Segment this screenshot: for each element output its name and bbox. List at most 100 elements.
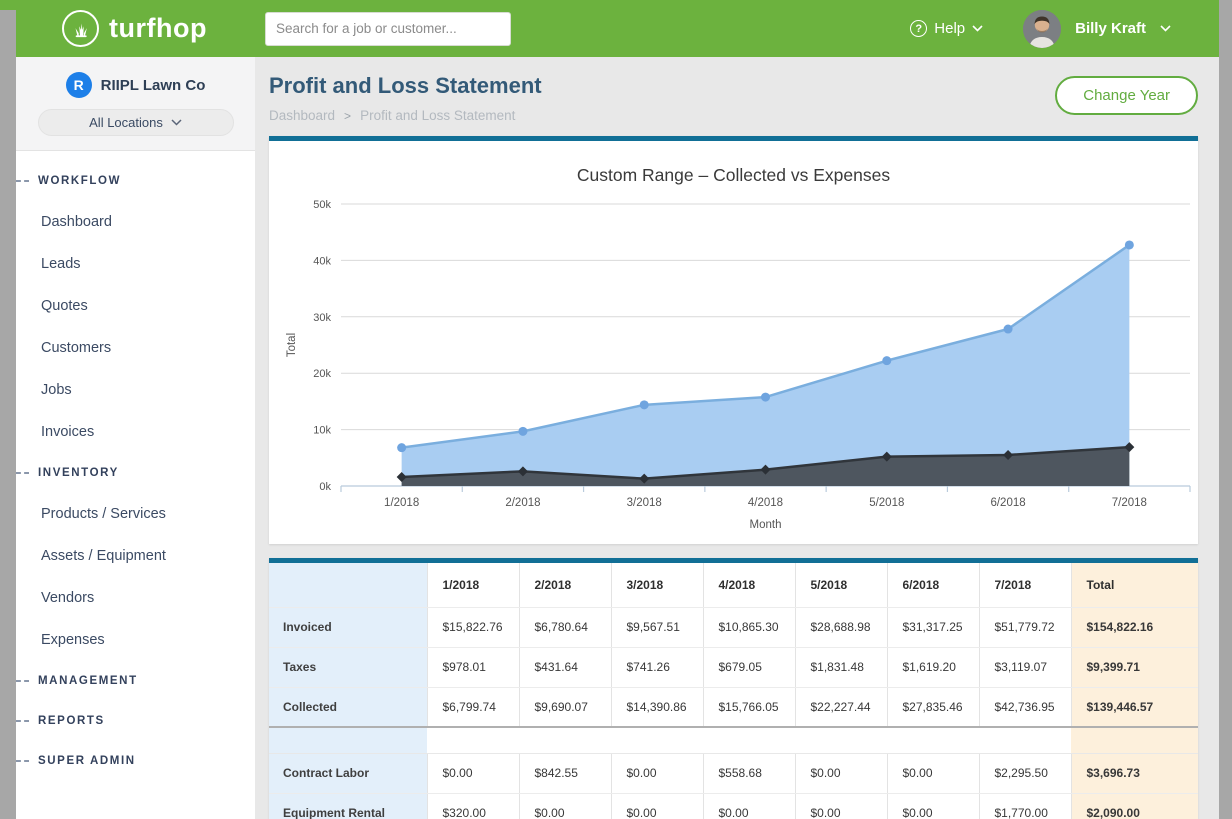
app-logo[interactable]: turfhop xyxy=(62,10,207,47)
table-cell: $0.00 xyxy=(703,793,795,819)
svg-text:7/2018: 7/2018 xyxy=(1112,497,1147,509)
grass-logo-icon xyxy=(62,10,99,47)
svg-text:Month: Month xyxy=(750,519,782,531)
row-label: Invoiced xyxy=(269,607,427,647)
table-cell: $1,770.00 xyxy=(979,793,1071,819)
app-window: turfhop ? Help Billy Kraft xyxy=(0,0,1232,819)
help-menu[interactable]: ? Help xyxy=(910,20,983,37)
sidebar-item-expenses[interactable]: Expenses xyxy=(16,619,255,661)
table-cell: $320.00 xyxy=(427,793,519,819)
svg-text:Total: Total xyxy=(286,333,298,357)
table-cell: $0.00 xyxy=(887,753,979,793)
svg-text:6/2018: 6/2018 xyxy=(990,497,1025,509)
table-cell: $842.55 xyxy=(519,753,611,793)
sidebar-section-inventory[interactable]: INVENTORY xyxy=(16,453,255,493)
section-dash-icon xyxy=(16,180,29,182)
row-label: Equipment Rental xyxy=(269,793,427,819)
row-label: Collected xyxy=(269,687,427,727)
chevron-down-icon xyxy=(972,25,983,32)
table-column-header: 7/2018 xyxy=(979,563,1071,607)
table-cell: $27,835.46 xyxy=(887,687,979,727)
section-dash-icon xyxy=(16,472,29,474)
row-label: Contract Labor xyxy=(269,753,427,793)
svg-text:2/2018: 2/2018 xyxy=(505,497,540,509)
sidebar-nav: WORKFLOWDashboardLeadsQuotesCustomersJob… xyxy=(16,151,255,781)
table-cell: $14,390.86 xyxy=(611,687,703,727)
sidebar-item-invoices[interactable]: Invoices xyxy=(16,411,255,453)
sidebar-section-reports[interactable]: REPORTS xyxy=(16,701,255,741)
user-name[interactable]: Billy Kraft xyxy=(1075,20,1146,37)
table-cell: $42,736.95 xyxy=(979,687,1071,727)
svg-text:40k: 40k xyxy=(313,255,331,267)
chart-card: Custom Range – Collected vs Expenses 0k1… xyxy=(269,136,1198,544)
table-cell: $1,831.48 xyxy=(795,647,887,687)
breadcrumb-current: Profit and Loss Statement xyxy=(360,108,515,123)
table-cell: $0.00 xyxy=(795,793,887,819)
pl-table: 1/20182/20183/20184/20185/20186/20187/20… xyxy=(269,563,1198,819)
table-column-header: 5/2018 xyxy=(795,563,887,607)
table-column-header: 6/2018 xyxy=(887,563,979,607)
sidebar-item-quotes[interactable]: Quotes xyxy=(16,285,255,327)
svg-text:4/2018: 4/2018 xyxy=(748,497,783,509)
table-spacer-row xyxy=(269,727,1198,753)
sidebar-item-products-services[interactable]: Products / Services xyxy=(16,493,255,535)
sidebar-item-assets-equipment[interactable]: Assets / Equipment xyxy=(16,535,255,577)
sidebar-item-customers[interactable]: Customers xyxy=(16,327,255,369)
top-header: turfhop ? Help Billy Kraft xyxy=(0,0,1219,57)
table-cell: $51,779.72 xyxy=(979,607,1071,647)
svg-text:1/2018: 1/2018 xyxy=(384,497,419,509)
table-column-header: 2/2018 xyxy=(519,563,611,607)
location-selector-label: All Locations xyxy=(89,115,163,130)
table-cell: $0.00 xyxy=(427,753,519,793)
table-column-header: 1/2018 xyxy=(427,563,519,607)
table-cell: $0.00 xyxy=(611,753,703,793)
table-row-equipment-rental: Equipment Rental$320.00$0.00$0.00$0.00$0… xyxy=(269,793,1198,819)
change-year-button[interactable]: Change Year xyxy=(1055,76,1198,115)
svg-text:10k: 10k xyxy=(313,425,331,437)
table-cell: $0.00 xyxy=(611,793,703,819)
table-cell: $6,780.64 xyxy=(519,607,611,647)
table-spacer-cell xyxy=(1071,727,1198,753)
table-cell: $15,766.05 xyxy=(703,687,795,727)
table-cell: $741.26 xyxy=(611,647,703,687)
breadcrumb-dashboard[interactable]: Dashboard xyxy=(269,108,335,123)
sidebar-section-workflow[interactable]: WORKFLOW xyxy=(16,161,255,201)
table-cell: $0.00 xyxy=(887,793,979,819)
sidebar-item-dashboard[interactable]: Dashboard xyxy=(16,201,255,243)
location-selector[interactable]: All Locations xyxy=(38,109,234,136)
table-cell: $31,317.25 xyxy=(887,607,979,647)
table-spacer-cell xyxy=(269,727,427,753)
user-avatar[interactable] xyxy=(1023,10,1061,48)
table-cell: $22,227.44 xyxy=(795,687,887,727)
table-cell: $3,119.07 xyxy=(979,647,1071,687)
table-cell: $6,799.74 xyxy=(427,687,519,727)
svg-text:20k: 20k xyxy=(313,368,331,380)
sidebar: R RIIPL Lawn Co All Locations WORKFLOWDa… xyxy=(16,57,255,819)
row-total-cell: $3,696.73 xyxy=(1071,753,1198,793)
chevron-down-icon xyxy=(171,119,182,126)
table-row-collected: Collected$6,799.74$9,690.07$14,390.86$15… xyxy=(269,687,1198,727)
sidebar-item-jobs[interactable]: Jobs xyxy=(16,369,255,411)
table-cell: $0.00 xyxy=(519,793,611,819)
table-column-header: 3/2018 xyxy=(611,563,703,607)
sidebar-item-leads[interactable]: Leads xyxy=(16,243,255,285)
search-input[interactable] xyxy=(265,12,511,46)
row-total-cell: $154,822.16 xyxy=(1071,607,1198,647)
sidebar-section-super-admin[interactable]: SUPER ADMIN xyxy=(16,741,255,781)
table-cell: $2,295.50 xyxy=(979,753,1071,793)
help-label: Help xyxy=(934,20,965,37)
left-edge-strip xyxy=(0,10,16,819)
sidebar-company-panel: R RIIPL Lawn Co All Locations xyxy=(16,57,255,151)
help-icon: ? xyxy=(910,20,927,37)
sidebar-section-management[interactable]: MANAGEMENT xyxy=(16,661,255,701)
table-cell: $978.01 xyxy=(427,647,519,687)
section-dash-icon xyxy=(16,680,29,682)
table-cell: $0.00 xyxy=(795,753,887,793)
chart-title: Custom Range – Collected vs Expenses xyxy=(269,141,1198,186)
company-name: RIIPL Lawn Co xyxy=(101,77,206,94)
table-row-invoiced: Invoiced$15,822.76$6,780.64$9,567.51$10,… xyxy=(269,607,1198,647)
breadcrumb-separator-icon: > xyxy=(344,109,351,123)
table-cell: $9,567.51 xyxy=(611,607,703,647)
sidebar-item-vendors[interactable]: Vendors xyxy=(16,577,255,619)
svg-text:5/2018: 5/2018 xyxy=(869,497,904,509)
